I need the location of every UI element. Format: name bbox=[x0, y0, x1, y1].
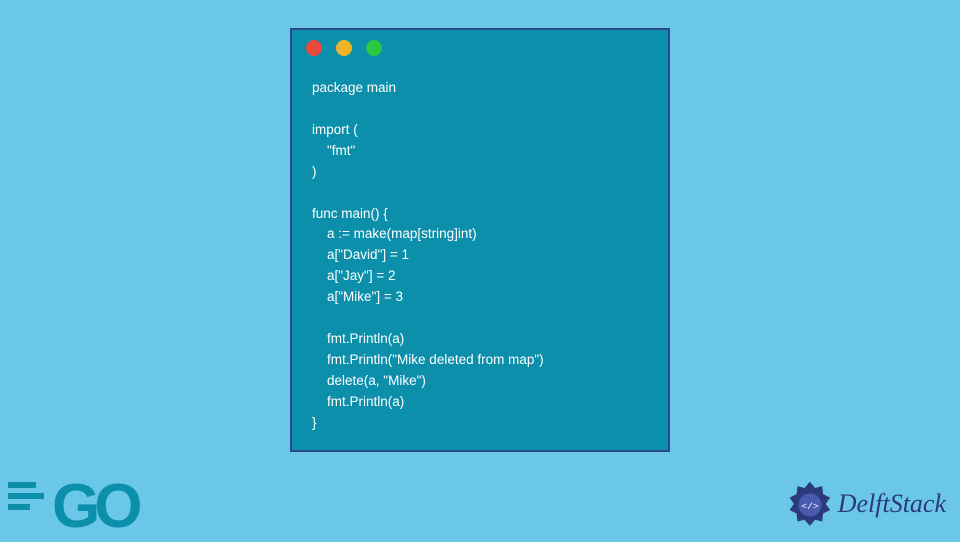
go-logo-text: GO bbox=[52, 471, 136, 542]
code-content: package main import ( "fmt" ) func main(… bbox=[292, 66, 668, 450]
go-speed-lines-icon bbox=[8, 482, 44, 515]
delftstack-logo: </> DelftStack bbox=[786, 480, 946, 528]
delftstack-badge-icon: </> bbox=[786, 480, 834, 528]
go-logo: GO bbox=[8, 464, 168, 534]
delftstack-text: DelftStack bbox=[838, 489, 946, 519]
maximize-icon[interactable] bbox=[366, 40, 382, 56]
minimize-icon[interactable] bbox=[336, 40, 352, 56]
close-icon[interactable] bbox=[306, 40, 322, 56]
code-window: package main import ( "fmt" ) func main(… bbox=[290, 28, 670, 452]
window-titlebar bbox=[292, 30, 668, 66]
svg-text:</>: </> bbox=[801, 501, 818, 512]
